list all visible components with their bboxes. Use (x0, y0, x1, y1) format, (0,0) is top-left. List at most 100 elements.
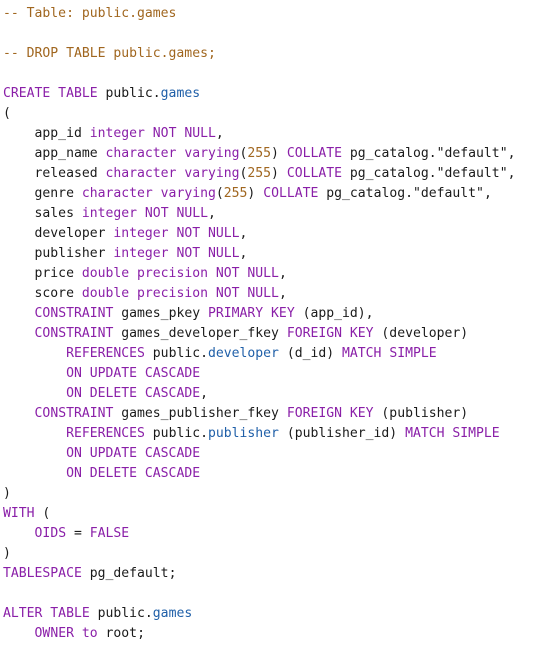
code-token-ident: app_name (3, 146, 106, 161)
code-token-ident: root (105, 626, 138, 641)
code-token-punct: ) (247, 186, 264, 201)
code-token-keyword: REFERENCES (66, 346, 153, 361)
code-line: ( (3, 104, 535, 124)
code-token-punct: (publisher_id) (286, 426, 406, 441)
code-token-keyword: OWNER (34, 626, 82, 641)
code-token-ident (3, 406, 35, 421)
code-token-keyword: FALSE (89, 526, 130, 541)
code-token-punct: , (278, 286, 287, 301)
code-token-punct: ; (168, 566, 177, 581)
code-token-keyword: FOREIGN KEY (286, 406, 382, 421)
code-token-punct: , (507, 166, 516, 181)
code-token-keyword: FOREIGN KEY (286, 326, 382, 341)
code-token-ident: developer (3, 226, 114, 241)
code-token-punct: , (507, 146, 516, 161)
code-token-type: character varying (81, 186, 216, 201)
code-token-table: publisher (207, 426, 287, 441)
code-line: ) (3, 544, 535, 564)
code-token-keyword: ON DELETE CASCADE (66, 386, 201, 401)
code-token-ident: app_id (3, 126, 90, 141)
code-token-ident: public. (152, 346, 208, 361)
code-token-ident (3, 326, 35, 341)
code-token-ident: public. (152, 426, 208, 441)
code-token-punct: , (239, 246, 248, 261)
code-token-ident (3, 346, 66, 361)
code-token-table: games (152, 606, 193, 621)
code-token-keyword: TABLESPACE (3, 566, 90, 581)
code-token-keyword: MATCH SIMPLE (405, 426, 500, 441)
code-token-punct: , (483, 186, 492, 201)
code-token-ident (3, 466, 66, 481)
code-token-ident (3, 306, 35, 321)
code-token-punct: ( (42, 506, 51, 521)
code-line: publisher integer NOT NULL, (3, 244, 535, 264)
code-token-keyword: NOT NULL (176, 226, 240, 241)
code-line: ON DELETE CASCADE, (3, 384, 535, 404)
code-token-punct: , (278, 266, 287, 281)
code-line: CONSTRAINT games_pkey PRIMARY KEY (app_i… (3, 304, 535, 324)
code-token-punct: , (208, 206, 216, 221)
code-line: app_id integer NOT NULL, (3, 124, 535, 144)
code-token-keyword: NOT NULL (152, 126, 216, 141)
code-token-punct: (d_id) (286, 346, 343, 361)
code-token-ident (3, 626, 35, 641)
code-token-type: integer (113, 226, 177, 241)
code-token-keyword: COLLATE (286, 146, 350, 161)
code-token-string: "default" (436, 166, 508, 181)
sql-code-editor[interactable]: -- Table: public.games -- DROP TABLE pub… (0, 0, 535, 669)
code-line: REFERENCES public.developer (d_id) MATCH… (3, 344, 535, 364)
code-token-comment: -- Table: public.games (3, 6, 177, 21)
code-token-punct: (app_id), (302, 306, 374, 321)
code-token-keyword: NOT NULL (176, 246, 240, 261)
code-token-string: "default" (412, 186, 484, 201)
code-token-ident: publisher (3, 246, 114, 261)
code-line: genre character varying(255) COLLATE pg_… (3, 184, 535, 204)
code-line: WITH ( (3, 504, 535, 524)
code-line: ON UPDATE CASCADE (3, 444, 535, 464)
code-token-keyword: COLLATE (263, 186, 327, 201)
code-line: OIDS = FALSE (3, 524, 535, 544)
code-token-keyword: CREATE TABLE (3, 86, 106, 101)
code-token-keyword: ON DELETE CASCADE (66, 466, 201, 481)
code-line: CREATE TABLE public.games (3, 84, 535, 104)
code-token-keyword: OIDS (34, 526, 74, 541)
code-token-keyword: to (81, 626, 106, 641)
code-line: -- Table: public.games (3, 4, 535, 24)
code-line: ALTER TABLE public.games (3, 604, 535, 624)
code-token-ident: sales (3, 206, 82, 221)
code-token-number: 255 (247, 146, 272, 161)
code-token-type: character varying (105, 146, 240, 161)
code-token-ident: pg_catalog. (349, 166, 437, 181)
code-token-type: double precision (81, 286, 216, 301)
code-token-punct: ) (271, 166, 287, 181)
code-token-ident (3, 446, 66, 461)
code-token-ident (3, 386, 66, 401)
code-line: sales integer NOT NULL, (3, 204, 535, 224)
code-token-punct: ( (215, 186, 224, 201)
code-line: released character varying(255) COLLATE … (3, 164, 535, 184)
code-line: REFERENCES public.publisher (publisher_i… (3, 424, 535, 444)
code-token-ident (3, 526, 35, 541)
code-token-keyword: ON UPDATE CASCADE (66, 446, 201, 461)
code-token-keyword: WITH (3, 506, 43, 521)
code-token-table: developer (207, 346, 287, 361)
code-token-ident (3, 426, 66, 441)
code-token-type: double precision (81, 266, 216, 281)
code-token-comment: -- DROP TABLE public.games; (3, 46, 216, 61)
code-token-ident: public. (105, 86, 161, 101)
code-line: CONSTRAINT games_developer_fkey FOREIGN … (3, 324, 535, 344)
code-token-ident (3, 366, 66, 381)
code-line: OWNER to root; (3, 624, 535, 644)
code-token-ident: public. (97, 606, 153, 621)
code-token-ident: pg_catalog. (349, 146, 437, 161)
code-line: developer integer NOT NULL, (3, 224, 535, 244)
code-line: ON UPDATE CASCADE (3, 364, 535, 384)
code-token-keyword: NOT NULL (215, 266, 279, 281)
code-line: ON DELETE CASCADE (3, 464, 535, 484)
code-token-keyword: CONSTRAINT (34, 326, 122, 341)
code-token-punct: ( (3, 106, 11, 121)
code-token-ident: pg_default (89, 566, 169, 581)
code-token-keyword: PRIMARY KEY (207, 306, 303, 321)
